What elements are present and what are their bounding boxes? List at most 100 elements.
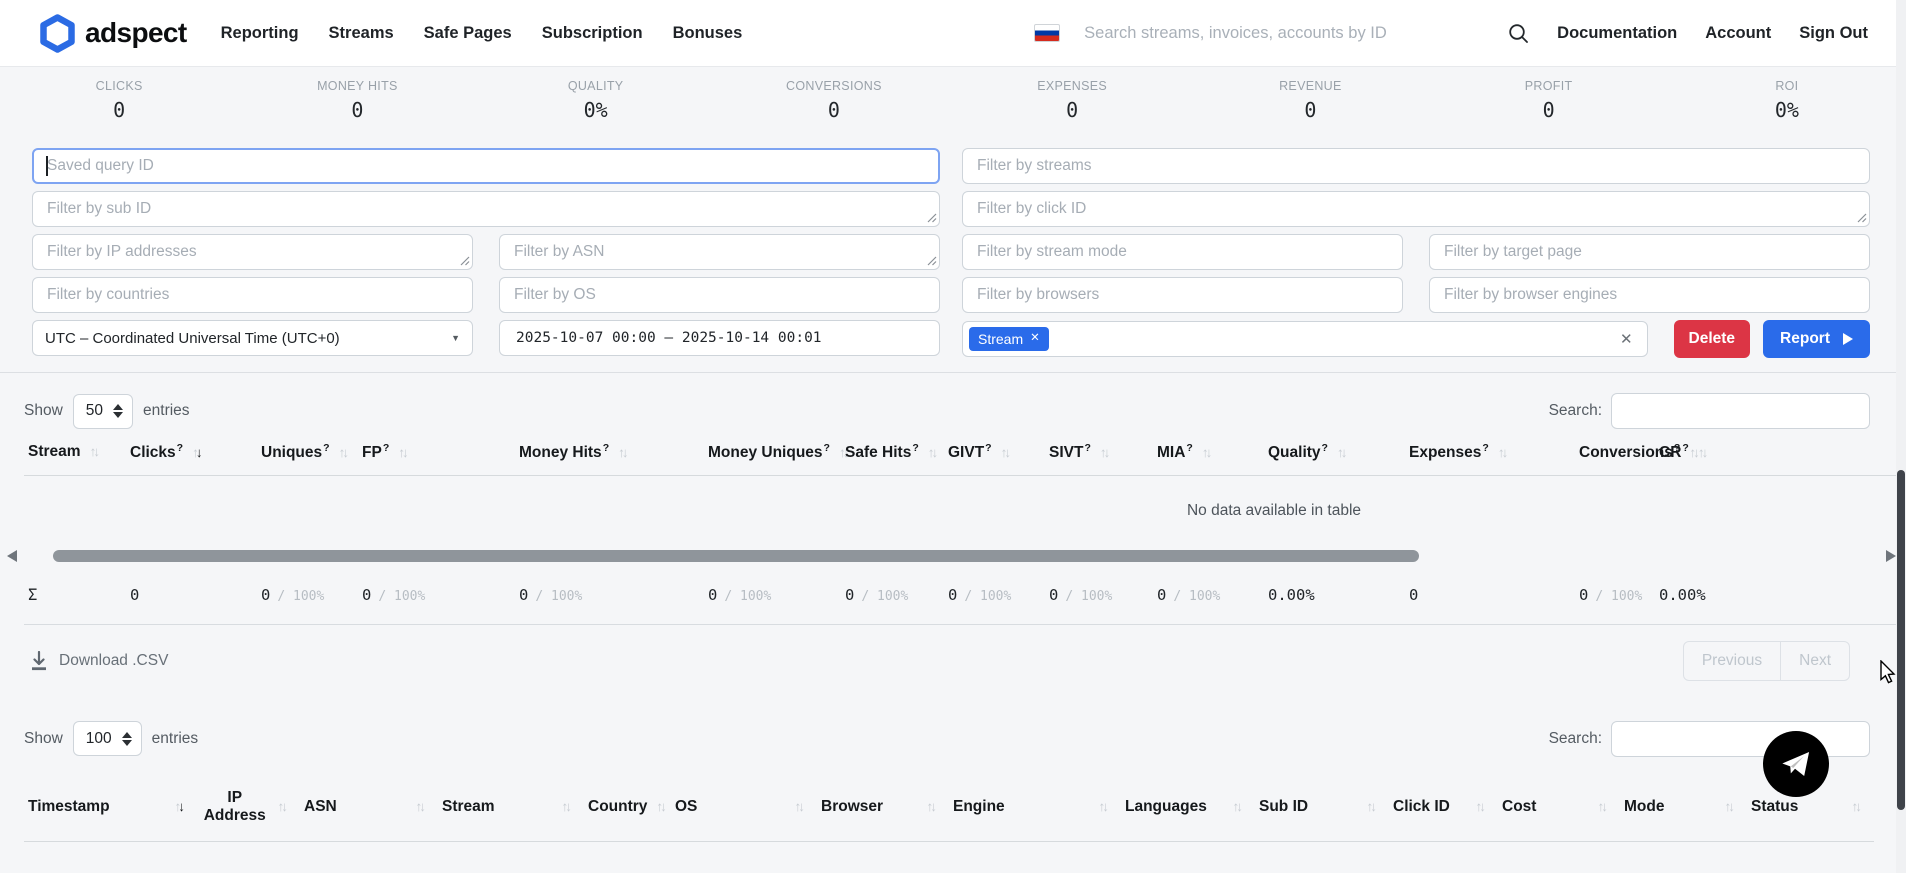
totals-cell: 0 [126, 566, 257, 624]
report-column-header[interactable]: Money Hits?↑↓ [515, 429, 704, 476]
clicks-column-header[interactable]: Timestamp↑↓ [24, 773, 197, 842]
brand-logo[interactable]: adspect [40, 14, 187, 53]
report-column-header[interactable]: MIA?↑↓ [1153, 429, 1264, 476]
stats-bar: CLICKS 0 MONEY HITS 0 QUALITY 0% CONVERS… [0, 67, 1906, 140]
sort-icon: ↑↓ [1100, 445, 1111, 460]
scroll-left-arrow-icon[interactable] [7, 550, 17, 562]
report-column-header[interactable]: Expenses?↑↓ [1405, 429, 1575, 476]
global-search-input[interactable] [1084, 24, 1492, 43]
report-column-header[interactable]: Stream?↑↓ [24, 429, 126, 476]
clicks-column-header[interactable]: Languages↑↓ [1121, 773, 1255, 842]
entries-label: entries [143, 402, 190, 420]
report-button[interactable]: Report [1763, 320, 1870, 358]
nav-item[interactable]: Documentation [1557, 24, 1677, 43]
column-label: CR [1659, 444, 1681, 461]
filter-browser-engines-input[interactable] [1429, 277, 1870, 313]
delete-button[interactable]: Delete [1674, 320, 1751, 358]
filter-streams-input[interactable] [962, 148, 1870, 184]
sort-icon: ↑↓ [1476, 799, 1487, 814]
report-column-header[interactable]: Money Uniques?↑↓ [704, 429, 841, 476]
download-csv-label: Download .CSV [59, 652, 168, 670]
stat-value: 0 [351, 98, 363, 122]
clicks-column-header[interactable]: IP Address↑↓ [197, 773, 300, 842]
filter-asn-input[interactable] [499, 234, 940, 270]
report-column-header[interactable]: Conversions?↑↓ [1575, 429, 1655, 476]
chip-close-icon[interactable]: ✕ [1030, 333, 1040, 345]
previous-page-button[interactable]: Previous [1683, 641, 1781, 681]
horizontal-scrollbar-thumb[interactable] [53, 550, 1419, 562]
page-size-value: 50 [86, 402, 103, 420]
next-page-button[interactable]: Next [1781, 641, 1850, 681]
stat: CONVERSIONS 0 [715, 79, 953, 140]
filter-ip-input[interactable] [32, 234, 473, 270]
clear-selection-icon[interactable]: ✕ [1620, 330, 1633, 348]
report-table-search-input[interactable] [1611, 393, 1870, 429]
clicks-column-header[interactable]: Engine↑↓ [949, 773, 1121, 842]
filter-stream-mode-input[interactable] [962, 234, 1403, 270]
filter-countries-input[interactable] [32, 277, 473, 313]
vertical-scrollbar [1896, 0, 1906, 873]
timezone-value: UTC – Coordinated Universal Time (UTC+0) [45, 330, 340, 347]
nav-item[interactable]: Streams [329, 24, 394, 43]
clicks-column-header[interactable]: Click ID↑↓ [1389, 773, 1498, 842]
nav-item[interactable]: Reporting [221, 24, 299, 43]
nav-item[interactable]: Safe Pages [424, 24, 512, 43]
telegram-button[interactable] [1763, 731, 1829, 797]
saved-query-input[interactable] [32, 148, 940, 184]
date-range-input[interactable] [499, 320, 940, 356]
help-mark: ? [383, 442, 389, 454]
report-column-header[interactable]: Uniques?↑↓ [257, 429, 358, 476]
page-size-select[interactable]: 50 [73, 394, 133, 429]
help-mark: ? [603, 442, 609, 454]
stat-value: 0% [584, 98, 608, 122]
play-icon [1843, 333, 1853, 345]
stat: MONEY HITS 0 [238, 79, 476, 140]
chevron-down-icon: ▼ [451, 333, 460, 343]
stat-value: 0 [113, 98, 125, 122]
report-column-header[interactable]: FP?↑↓ [358, 429, 515, 476]
group-by-multiselect[interactable]: Stream ✕ ✕ [962, 321, 1648, 357]
sort-icon: ↑↓ [1233, 799, 1244, 814]
report-column-header[interactable]: SIVT?↑↓ [1045, 429, 1153, 476]
column-label: Browser [821, 798, 883, 816]
spinner-arrows-icon [113, 404, 123, 418]
scroll-right-arrow-icon[interactable] [1886, 550, 1896, 562]
clicks-table-search-input[interactable] [1611, 721, 1870, 757]
stat-label: MONEY HITS [317, 79, 398, 93]
page-size-select[interactable]: 100 [73, 721, 142, 756]
nav-item[interactable]: Sign Out [1799, 24, 1868, 43]
filter-sub-id-input[interactable] [32, 191, 940, 227]
report-column-header[interactable]: Clicks?↑↓ [126, 429, 257, 476]
clicks-column-header[interactable]: ASN↑↓ [300, 773, 438, 842]
filter-os-input[interactable] [499, 277, 940, 313]
timezone-select[interactable]: UTC – Coordinated Universal Time (UTC+0)… [32, 320, 473, 356]
top-nav: adspect Reporting Streams Safe Pages Subscr… [0, 0, 1906, 67]
clicks-column-header[interactable]: Browser↑↓ [817, 773, 949, 842]
clicks-column-header[interactable]: Stream↑↓ [438, 773, 584, 842]
language-flag-ru-icon[interactable] [1034, 24, 1060, 42]
search-icon[interactable] [1508, 23, 1529, 44]
nav-item[interactable]: Bonuses [673, 24, 743, 43]
nav-item[interactable]: Subscription [542, 24, 643, 43]
report-column-header[interactable]: Safe Hits?↑↓ [841, 429, 944, 476]
report-column-header[interactable]: GIVT?↑↓ [944, 429, 1045, 476]
vertical-scrollbar-thumb[interactable] [1897, 470, 1905, 810]
help-mark: ? [912, 442, 918, 454]
stat: ROI 0% [1668, 79, 1906, 140]
filter-browsers-input[interactable] [962, 277, 1403, 313]
clicks-column-header[interactable]: Cost↑↓ [1498, 773, 1620, 842]
report-column-header[interactable]: CR?↑↓ [1655, 429, 1906, 476]
clicks-column-header[interactable]: Sub ID↑↓ [1255, 773, 1389, 842]
clicks-column-header[interactable]: OS↑↓ [671, 773, 817, 842]
report-column-header[interactable]: Quality?↑↓ [1264, 429, 1405, 476]
column-label: SIVT [1049, 444, 1083, 461]
nav-item[interactable]: Account [1705, 24, 1771, 43]
clicks-column-header[interactable]: Country↑↓ [584, 773, 671, 842]
column-label: OS [675, 798, 697, 816]
filter-click-id-input[interactable] [962, 191, 1870, 227]
sort-icon: ↑↓ [398, 445, 409, 460]
show-label: Show [24, 402, 63, 420]
download-csv-link[interactable]: Download .CSV [30, 651, 168, 671]
filter-target-page-input[interactable] [1429, 234, 1870, 270]
clicks-column-header[interactable]: Mode↑↓ [1620, 773, 1747, 842]
